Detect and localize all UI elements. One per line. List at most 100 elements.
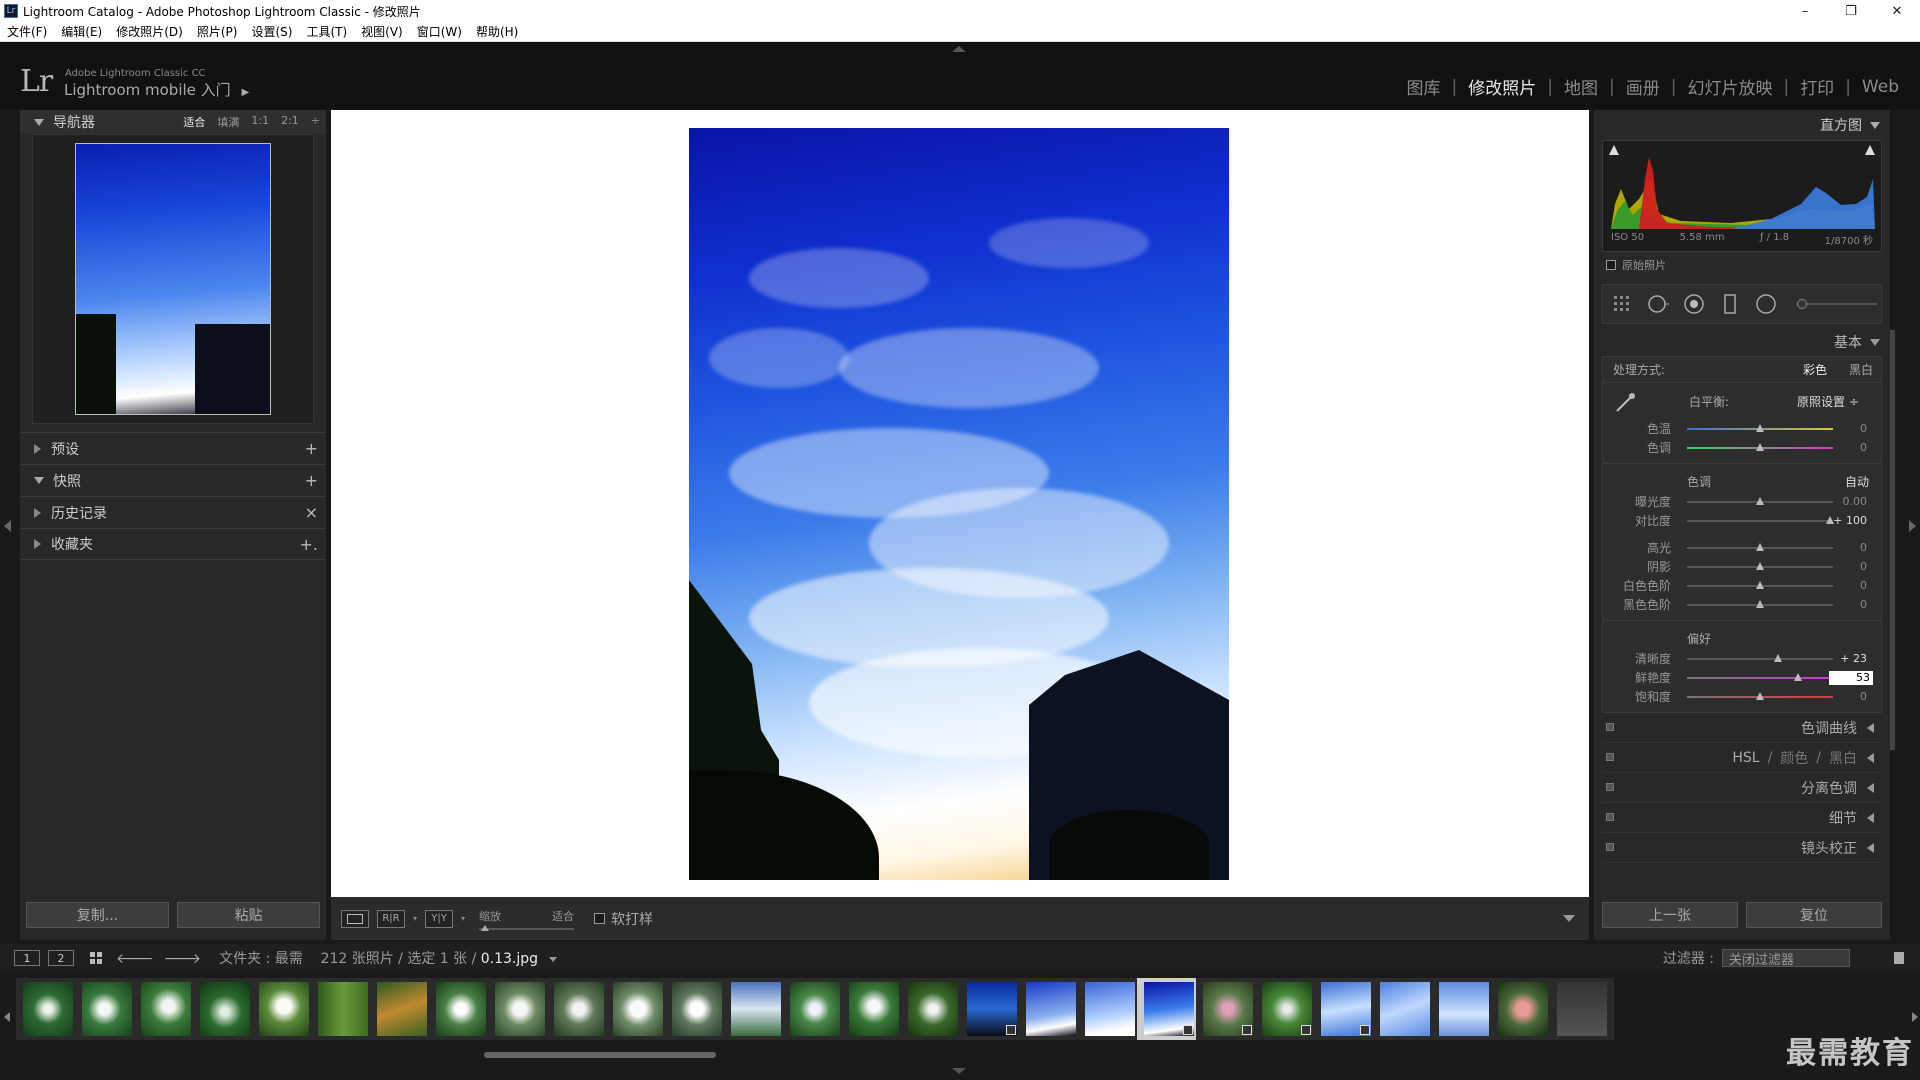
slider-track[interactable]	[1687, 672, 1833, 681]
graduated-filter-icon[interactable]	[1719, 293, 1741, 315]
slider-value-input[interactable]: 53	[1829, 670, 1873, 685]
add-collection-icon[interactable]: +.	[300, 535, 319, 554]
panel-switch-icon[interactable]	[1606, 783, 1614, 791]
clear-history-icon[interactable]: ×	[305, 503, 318, 522]
identity-mobile-link[interactable]: Lightroom mobile 入门 ▶	[64, 79, 249, 100]
spot-removal-icon[interactable]	[1647, 293, 1669, 315]
collapse-bottom-panel-icon[interactable]	[952, 1068, 966, 1074]
original-photo-checkbox[interactable]	[1606, 260, 1616, 270]
treatment-color[interactable]: 彩色	[1803, 361, 1827, 378]
module-slideshow[interactable]: 幻灯片放映	[1676, 74, 1783, 99]
hsl-color-label[interactable]: 颜色	[1780, 748, 1808, 768]
close-icon[interactable]: ✕	[1874, 0, 1920, 22]
filmstrip-right-arrow-icon[interactable]	[1912, 1012, 1918, 1022]
filter-select[interactable]: 关闭过滤器	[1722, 949, 1850, 968]
reset-button[interactable]: 复位	[1746, 902, 1882, 928]
red-eye-icon[interactable]	[1683, 293, 1705, 315]
menu-window[interactable]: 窗口(W)	[417, 23, 462, 40]
histogram-header[interactable]: 直方图	[1594, 110, 1890, 140]
panel-history[interactable]: 历史记录 ×	[20, 496, 326, 528]
soft-proof-toggle[interactable]: 软打样	[594, 909, 653, 929]
slider-track[interactable]	[1687, 442, 1833, 451]
slider-track[interactable]	[1687, 653, 1833, 662]
adjustment-brush-slider[interactable]	[1797, 299, 1877, 309]
slider-knob[interactable]	[1756, 580, 1764, 589]
filmstrip-thumbnail[interactable]	[75, 978, 139, 1040]
filmstrip-thumbnail[interactable]	[1550, 978, 1614, 1040]
slider-track[interactable]	[1687, 691, 1833, 700]
menu-photo[interactable]: 照片(P)	[197, 23, 238, 40]
radial-filter-icon[interactable]	[1755, 293, 1777, 315]
panel-detail[interactable]: 细节	[1602, 803, 1882, 833]
filmstrip-thumbnail[interactable]	[724, 978, 788, 1040]
slider-track[interactable]	[1687, 599, 1833, 608]
menu-settings[interactable]: 设置(S)	[251, 23, 292, 40]
filmstrip-thumbnail[interactable]	[1373, 978, 1437, 1040]
filmstrip-thumbnail[interactable]	[193, 978, 257, 1040]
hsl-bw-label[interactable]: 黑白	[1829, 748, 1857, 768]
previous-button[interactable]: 上一张	[1602, 902, 1738, 928]
slider-knob[interactable]	[1756, 442, 1764, 451]
filmstrip-thumbnail[interactable]	[665, 978, 729, 1040]
panel-lens-correction[interactable]: 镜头校正	[1602, 833, 1882, 863]
filmstrip-source[interactable]: 文件夹 : 最需 212 张照片 / 选定 1 张 / 0.13.jpg	[219, 948, 557, 968]
slider-knob[interactable]	[1773, 653, 1782, 662]
menu-view[interactable]: 视图(V)	[361, 23, 403, 40]
module-develop[interactable]: 修改照片	[1457, 74, 1547, 99]
slider-knob[interactable]	[1756, 496, 1764, 505]
slider-knob[interactable]	[1793, 672, 1802, 681]
panel-switch-icon[interactable]	[1606, 843, 1614, 851]
panel-tone-curve[interactable]: 色调曲线	[1602, 713, 1882, 743]
panel-snapshots[interactable]: 快照 +	[20, 464, 326, 496]
slider-track[interactable]	[1687, 542, 1833, 551]
menu-help[interactable]: 帮助(H)	[476, 23, 518, 40]
zoom-1-1[interactable]: 1:1	[251, 114, 269, 130]
filmstrip-thumbnail[interactable]	[1078, 978, 1142, 1040]
collapse-left-panel-icon[interactable]	[4, 520, 11, 532]
paste-button[interactable]: 粘贴	[177, 902, 320, 928]
menu-edit[interactable]: 编辑(E)	[61, 23, 102, 40]
zoom-fill[interactable]: 填满	[217, 114, 239, 130]
slider-track[interactable]	[1687, 580, 1833, 589]
zoom-2-1[interactable]: 2:1	[281, 114, 299, 130]
menu-develop[interactable]: 修改照片(D)	[116, 23, 183, 40]
module-library[interactable]: 图库	[1396, 74, 1452, 99]
eyedropper-icon[interactable]	[1613, 391, 1637, 418]
collapse-top-panel-icon[interactable]	[952, 46, 966, 52]
copy-button[interactable]: 复制...	[26, 902, 169, 928]
crop-tool-icon[interactable]	[1611, 293, 1633, 315]
navigator-preview[interactable]	[32, 134, 314, 424]
filmstrip-thumbnail[interactable]	[488, 978, 552, 1040]
auto-tone-button[interactable]: 自动	[1845, 473, 1869, 490]
panel-switch-icon[interactable]	[1606, 723, 1614, 731]
collapse-right-panel-icon[interactable]	[1909, 520, 1916, 532]
right-panel-scrollbar[interactable]	[1890, 330, 1895, 750]
filmstrip-thumbnail[interactable]	[1137, 978, 1201, 1040]
loupe-view-button[interactable]	[341, 909, 369, 928]
panel-switch-icon[interactable]	[1606, 753, 1614, 761]
filmstrip-thumbnail[interactable]	[370, 978, 434, 1040]
slider-knob[interactable]	[1756, 691, 1764, 700]
soft-proof-checkbox[interactable]	[594, 913, 606, 924]
basic-header[interactable]: 基本	[1594, 328, 1890, 356]
add-preset-icon[interactable]: +	[305, 439, 318, 458]
module-print[interactable]: 打印	[1789, 74, 1845, 99]
panel-collections[interactable]: 收藏夹 +.	[20, 528, 326, 560]
maximize-icon[interactable]: ❐	[1828, 0, 1874, 22]
image-canvas[interactable]	[331, 110, 1589, 897]
filter-lock-icon[interactable]	[1894, 952, 1904, 964]
module-map[interactable]: 地图	[1553, 74, 1609, 99]
filmstrip-thumbnail[interactable]	[606, 978, 670, 1040]
panel-hsl[interactable]: HSL / 颜色 / 黑白	[1602, 743, 1882, 773]
grid-view-icon[interactable]	[90, 952, 102, 964]
slider-knob[interactable]	[1756, 542, 1764, 551]
slider-knob[interactable]	[1756, 561, 1764, 570]
window-2-button[interactable]: 2	[48, 950, 74, 966]
filmstrip-thumbnail[interactable]	[1432, 978, 1496, 1040]
slider-track[interactable]	[1687, 515, 1835, 524]
original-photo-toggle[interactable]: 原始照片	[1606, 256, 1882, 274]
filmstrip-thumbnail[interactable]	[1255, 978, 1319, 1040]
module-book[interactable]: 画册	[1615, 74, 1671, 99]
filmstrip-thumbnail[interactable]	[783, 978, 847, 1040]
zoom-fit[interactable]: 适合	[183, 114, 205, 130]
